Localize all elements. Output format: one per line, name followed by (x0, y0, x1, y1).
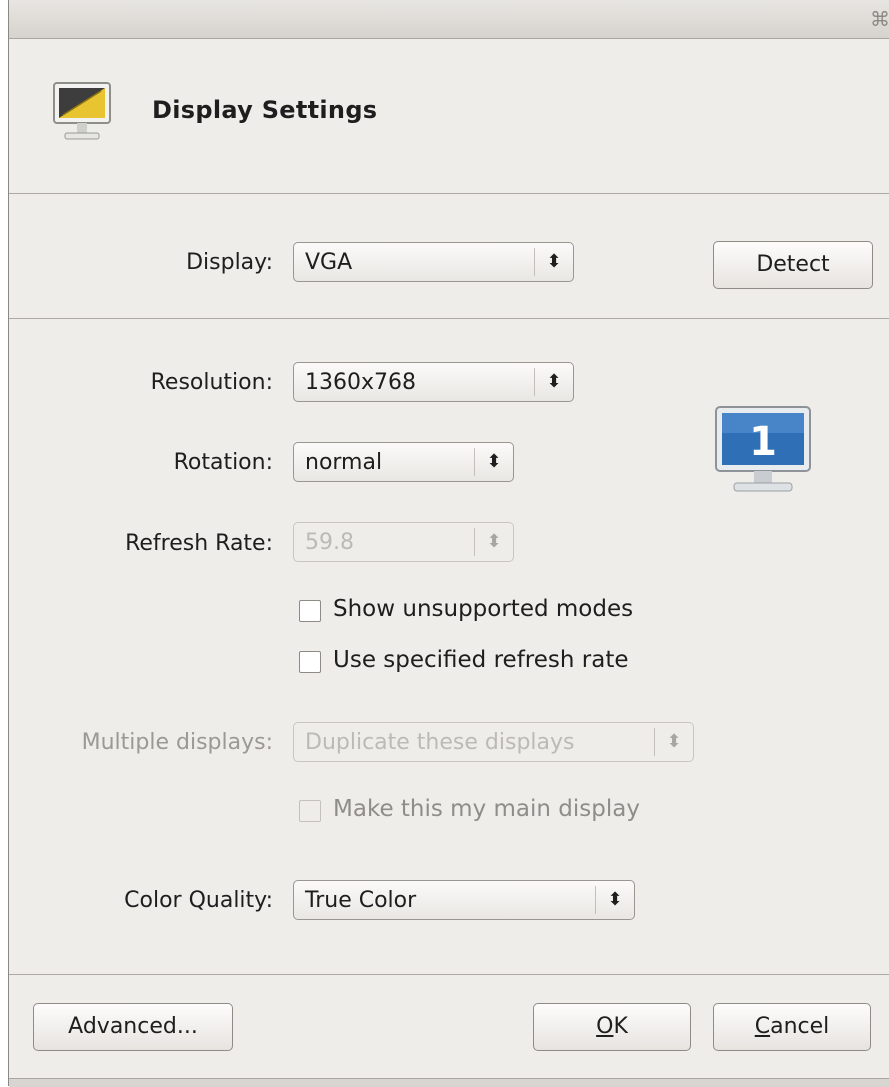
dialog-header: Display Settings (9, 39, 889, 194)
color-quality-value: True Color (305, 888, 417, 913)
rotation-combo[interactable]: normal ⬍ (293, 442, 514, 482)
resolution-combo[interactable]: 1360x768 ⬍ (293, 362, 574, 402)
combo-separator (534, 248, 535, 276)
display-combo[interactable]: VGA ⬍ (293, 242, 574, 282)
divider (9, 974, 889, 975)
updown-arrow-icon: ⬍ (486, 531, 502, 552)
rotation-label: Rotation: (173, 450, 273, 475)
multiple-displays-label: Multiple displays: (81, 730, 273, 755)
display-settings-window: ⌘ Display Settings Display: VGA ⬍ Detect… (8, 0, 889, 1087)
rotation-value: normal (305, 450, 383, 475)
monitor-number: 1 (749, 419, 777, 465)
main-display-label[interactable]: Make this my main display (333, 796, 640, 822)
color-quality-combo[interactable]: True Color ⬍ (293, 880, 635, 920)
show-unsupported-checkbox[interactable] (299, 600, 321, 622)
cancel-button[interactable]: Cancel (713, 1003, 871, 1051)
divider (9, 318, 889, 319)
show-unsupported-label[interactable]: Show unsupported modes (333, 596, 633, 622)
dialog-title: Display Settings (152, 96, 378, 124)
refresh-rate-value: 59.8 (305, 530, 354, 555)
combo-separator (654, 728, 655, 756)
advanced-button[interactable]: Advanced... (33, 1003, 233, 1051)
combo-separator (595, 886, 596, 914)
cancel-label-rest: ancel (770, 1014, 830, 1039)
refresh-rate-combo[interactable]: 59.8 ⬍ (293, 522, 514, 562)
display-label: Display: (186, 250, 273, 275)
updown-arrow-icon: ⬍ (486, 451, 502, 472)
combo-separator (474, 448, 475, 476)
cancel-mnemonic: C (754, 1014, 771, 1039)
main-display-checkbox[interactable] (299, 800, 321, 822)
use-refresh-rate-label[interactable]: Use specified refresh rate (333, 647, 629, 673)
color-quality-label: Color Quality: (124, 888, 273, 913)
close-icon[interactable]: ⌘ (870, 6, 889, 32)
detect-button[interactable]: Detect (713, 241, 873, 289)
display-value: VGA (305, 250, 353, 275)
multiple-displays-combo[interactable]: Duplicate these displays ⬍ (293, 722, 694, 762)
combo-separator (534, 368, 535, 396)
refresh-rate-label: Refresh Rate: (125, 531, 273, 556)
ok-button[interactable]: OK (533, 1003, 691, 1051)
ok-label-rest: K (613, 1014, 628, 1039)
updown-arrow-icon: ⬍ (546, 371, 562, 392)
use-refresh-rate-checkbox[interactable] (299, 651, 321, 673)
updown-arrow-icon: ⬍ (666, 731, 682, 752)
display-settings-icon (53, 82, 111, 140)
title-bar[interactable]: ⌘ (9, 0, 889, 39)
combo-separator (474, 528, 475, 556)
resolution-value: 1360x768 (305, 370, 416, 395)
multiple-displays-value: Duplicate these displays (305, 730, 575, 755)
updown-arrow-icon: ⬍ (607, 889, 623, 910)
ok-mnemonic: O (596, 1014, 614, 1039)
resolution-label: Resolution: (150, 370, 273, 395)
monitor-preview-icon[interactable]: 1 (714, 405, 812, 495)
updown-arrow-icon: ⬍ (546, 251, 562, 272)
